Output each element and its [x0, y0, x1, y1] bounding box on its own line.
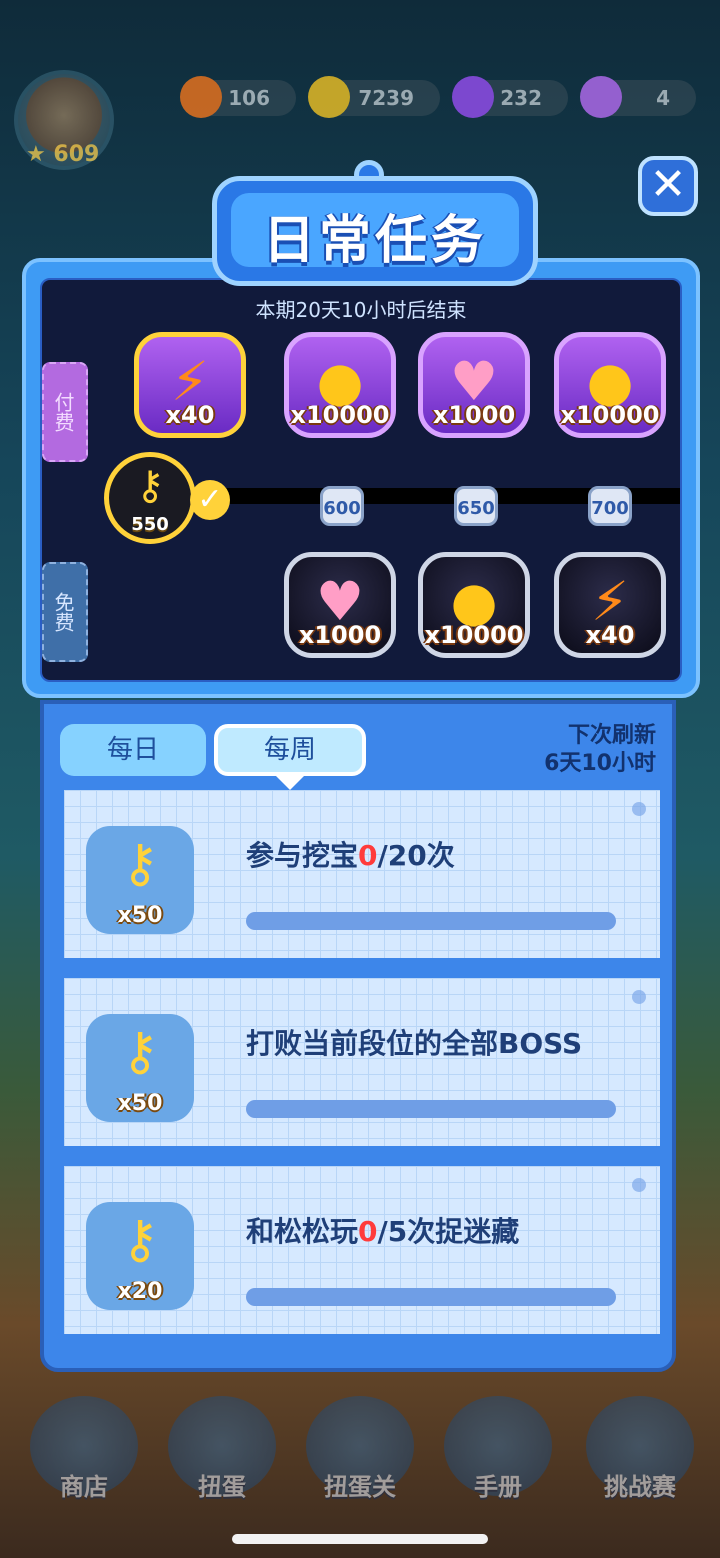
key-icon: ⚷: [120, 834, 160, 894]
nav-gacha[interactable]: 扭蛋: [168, 1396, 276, 1501]
gem-icon: [452, 76, 494, 118]
task-progress-bar: [246, 1288, 616, 1306]
nav-gacha-level[interactable]: 扭蛋关: [306, 1396, 414, 1501]
nav-shop[interactable]: 商店: [30, 1396, 138, 1501]
gem-counter[interactable]: 232: [452, 76, 568, 118]
task-item[interactable]: ⚷ x50 打败当前段位的全部BOSS: [64, 978, 660, 1146]
tab-weekly[interactable]: 每周: [214, 724, 366, 776]
free-reward-1[interactable]: ♥ x1000: [284, 552, 396, 658]
task-item[interactable]: ⚷ x50 参与挖宝0/20次: [64, 790, 660, 958]
lock-threshold-600: 600: [320, 486, 364, 526]
coin-icon: [308, 76, 350, 118]
lightning-icon: [180, 76, 222, 118]
lock-threshold-650: 650: [454, 486, 498, 526]
key-icon: ⚷: [120, 1210, 160, 1270]
tab-pointer: [276, 776, 304, 790]
task-label: 打败当前段位的全部BOSS: [246, 1027, 583, 1060]
free-reward-3[interactable]: ⚡ x40: [554, 552, 666, 658]
home-indicator[interactable]: [232, 1534, 488, 1544]
coin-counter[interactable]: 7239: [308, 76, 440, 118]
paid-reward-2[interactable]: ● x10000: [284, 332, 396, 438]
lock-threshold-700: 700: [588, 486, 632, 526]
paid-reward-4[interactable]: ● x10000: [554, 332, 666, 438]
panel-title: 日常任务: [262, 211, 487, 271]
check-icon: ✓: [190, 480, 230, 520]
crown-counter[interactable]: 4: [580, 76, 696, 118]
paid-track-label: 付费: [42, 362, 88, 462]
nav-challenge[interactable]: 挑战赛: [586, 1396, 694, 1501]
task-label: 和松松玩0/5次捉迷藏: [246, 1215, 520, 1248]
task-progress-bar: [246, 912, 616, 930]
tab-daily[interactable]: 每日: [60, 724, 206, 776]
paid-reward-3[interactable]: ♥ x1000: [418, 332, 530, 438]
task-progress-bar: [246, 1100, 616, 1118]
task-reward: ⚷ x50: [86, 1014, 194, 1122]
refresh-timer: 下次刷新 6天10小时: [544, 723, 656, 776]
avatar-star-count: ★ 609: [26, 142, 100, 167]
task-label: 参与挖宝0/20次: [246, 839, 455, 872]
task-reward: ⚷ x50: [86, 826, 194, 934]
task-reward: ⚷ x20: [86, 1202, 194, 1310]
period-remaining: 本期20天10小时后结束: [255, 298, 467, 322]
free-track-label: 免费: [42, 562, 88, 662]
crown-icon: [580, 76, 622, 118]
close-icon[interactable]: ✕: [638, 156, 698, 216]
key-icon: ⚷: [120, 1022, 160, 1082]
paid-reward-1[interactable]: ⚡ x40: [134, 332, 246, 438]
key-progress-node: ⚷ 550: [104, 452, 196, 544]
key-icon: ⚷: [135, 463, 165, 509]
energy-counter[interactable]: 106: [180, 76, 296, 118]
nav-handbook[interactable]: 手册: [444, 1396, 552, 1501]
free-reward-2[interactable]: ● x10000: [418, 552, 530, 658]
task-item[interactable]: ⚷ x20 和松松玩0/5次捉迷藏: [64, 1166, 660, 1334]
